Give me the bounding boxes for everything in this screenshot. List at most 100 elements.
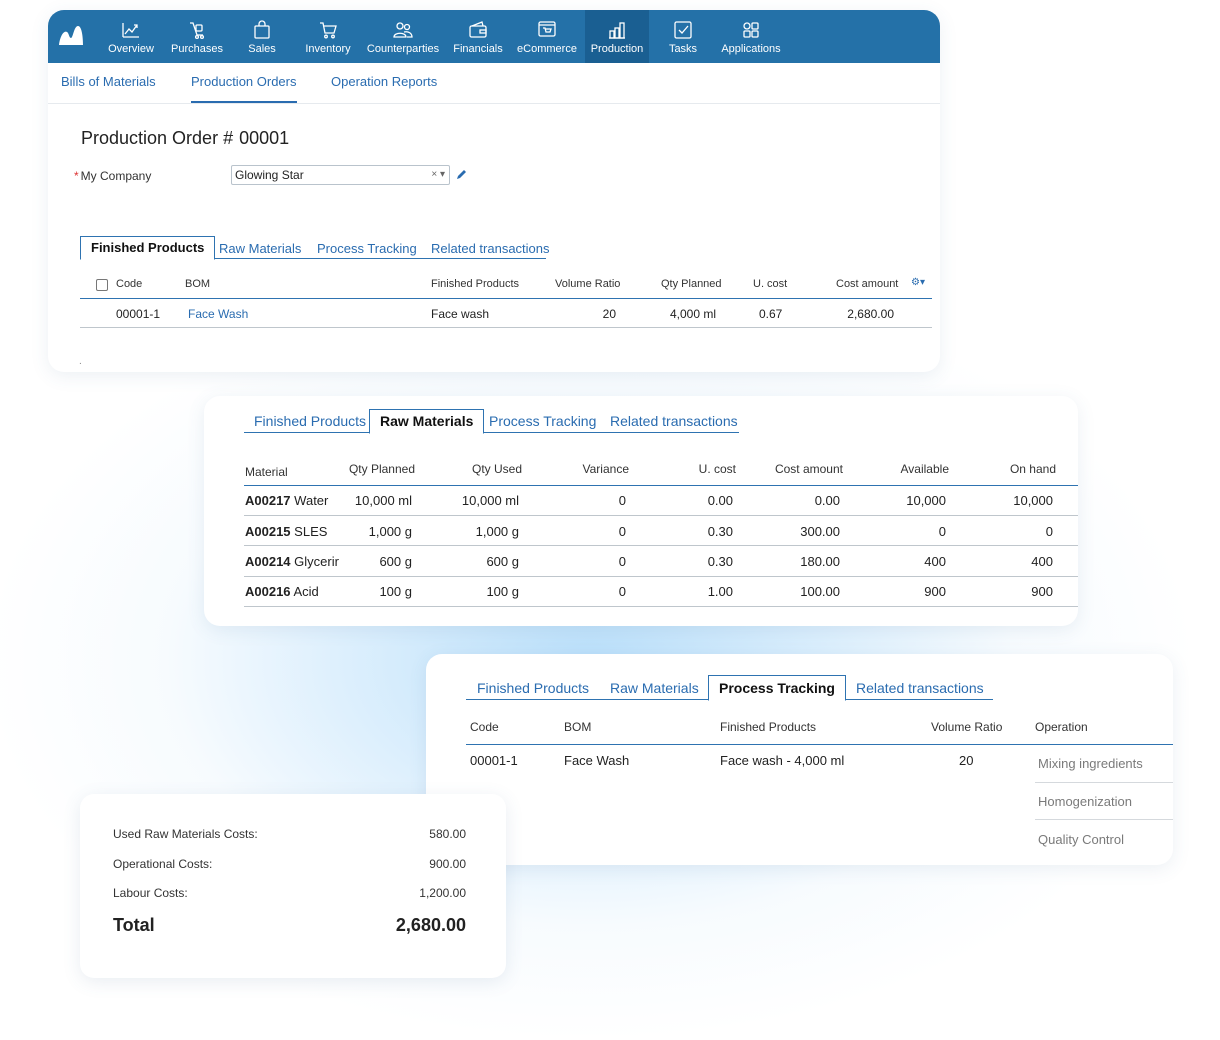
cell-used: 10,000 ml — [461, 493, 519, 508]
nav-overview[interactable]: Overview — [106, 10, 156, 63]
cost-summary-card: Used Raw Materials Costs: 580.00 Operati… — [80, 794, 506, 978]
subtab-production-orders[interactable]: Production Orders — [191, 63, 297, 103]
col-u-cost: U. cost — [698, 462, 736, 476]
cell-material: A00215 SLES — [245, 524, 327, 539]
column-settings-icon[interactable]: ⚙▾ — [911, 277, 925, 288]
people-icon — [393, 22, 413, 38]
subtab-bills-of-materials[interactable]: Bills of Materials — [61, 63, 156, 101]
col-code: Code — [470, 720, 499, 734]
cell-variance: 0 — [618, 524, 626, 539]
company-label: * My Company — [74, 169, 151, 183]
cell-amount: 0.00 — [814, 493, 840, 508]
process-tracking-card: Finished Products Raw Materials Process … — [426, 654, 1173, 865]
cell-bom: Face Wash — [564, 753, 630, 768]
raw-materials-cost-label: Used Raw Materials Costs: — [113, 827, 258, 841]
footer-mark: . — [79, 356, 82, 367]
select-clear-dropdown[interactable]: × ▾ — [431, 166, 445, 184]
cell-ratio: 20 — [602, 307, 616, 321]
nav-counterparties[interactable]: Counterparties — [366, 10, 440, 63]
checkbox-icon — [674, 21, 692, 39]
wallet-icon — [469, 21, 487, 38]
tab-finished-products[interactable]: Finished Products — [80, 236, 216, 260]
tab-related-transactions[interactable]: Related transactions — [610, 413, 738, 429]
company-value: Glowing Star — [235, 168, 304, 182]
edit-pencil-icon[interactable] — [456, 168, 468, 180]
cell-product: Face wash - 4,000 ml — [720, 753, 845, 768]
cell-bom-link[interactable]: Face Wash — [188, 307, 248, 321]
tab-raw-materials[interactable]: Raw Materials — [369, 409, 485, 434]
nav-tasks[interactable]: Tasks — [662, 10, 704, 63]
labour-cost-label: Labour Costs: — [113, 886, 188, 900]
raw-materials-card: Finished Products Raw Materials Process … — [204, 396, 1078, 626]
cell-material: A00217 Water — [245, 493, 328, 508]
material-name: SLES — [294, 524, 328, 539]
nav-production[interactable]: Production — [585, 10, 649, 63]
tab-finished-products[interactable]: Finished Products — [477, 680, 589, 696]
tab-related-transactions[interactable]: Related transactions — [431, 241, 550, 256]
cell-variance: 0 — [618, 554, 626, 569]
col-qty-planned: Qty Planned — [348, 462, 415, 476]
tab-finished-products[interactable]: Finished Products — [254, 413, 366, 429]
cell-on-hand: 400 — [1031, 554, 1053, 569]
tab-raw-materials[interactable]: Raw Materials — [219, 241, 301, 256]
operation-item[interactable]: Quality Control — [1038, 832, 1124, 847]
material-code: A00214 — [245, 554, 291, 569]
total-label: Total — [113, 915, 155, 935]
col-u-cost: U. cost — [753, 278, 788, 290]
header-divider — [244, 485, 1078, 486]
factory-icon — [609, 22, 625, 39]
apps-grid-icon — [743, 22, 759, 38]
cell-used: 1,000 g — [475, 524, 519, 539]
material-code: A00215 — [245, 524, 291, 539]
header-divider — [466, 744, 1173, 745]
nav-financials[interactable]: Financials — [452, 10, 504, 63]
col-bom: BOM — [564, 720, 592, 734]
chart-line-icon — [122, 23, 139, 38]
nav-sales[interactable]: Sales — [240, 10, 284, 63]
nav-label: Inventory — [305, 43, 351, 55]
operation-divider — [1035, 782, 1173, 783]
material-code: A00217 — [245, 493, 291, 508]
material-name: Water — [294, 493, 329, 508]
cell-amount: 100.00 — [800, 584, 840, 599]
select-all-checkbox[interactable] — [96, 279, 108, 291]
nav-inventory[interactable]: Inventory — [302, 10, 354, 63]
row-divider — [80, 327, 932, 328]
subtab-operation-reports[interactable]: Operation Reports — [331, 63, 437, 101]
col-volume-ratio: Volume Ratio — [931, 720, 1003, 734]
tab-related-transactions[interactable]: Related transactions — [856, 680, 984, 696]
nav-purchases[interactable]: Purchases — [168, 10, 226, 63]
nav-applications[interactable]: Applications — [720, 10, 782, 63]
col-volume-ratio: Volume Ratio — [555, 278, 621, 290]
shopping-bag-icon — [254, 20, 270, 39]
top-navigation: Overview Purchases Sales Inventory Count… — [48, 10, 940, 63]
cell-on-hand: 0 — [1045, 524, 1053, 539]
tab-process-tracking[interactable]: Process Tracking — [489, 413, 596, 429]
cell-code: 00001-1 — [116, 307, 161, 321]
cell-material: A00216 Acid — [245, 584, 319, 599]
production-order-card: Overview Purchases Sales Inventory Count… — [48, 10, 940, 372]
cell-used: 600 g — [486, 554, 519, 569]
material-name: Acid — [293, 584, 319, 599]
company-select[interactable]: Glowing Star × ▾ — [231, 165, 450, 185]
operation-item[interactable]: Homogenization — [1038, 794, 1132, 809]
cell-available: 10,000 — [906, 493, 946, 508]
cell-ratio: 20 — [959, 753, 974, 768]
tab-raw-materials[interactable]: Raw Materials — [610, 680, 699, 696]
cell-planned: 100 g — [379, 584, 412, 599]
operational-cost-label: Operational Costs: — [113, 857, 213, 871]
cell-variance: 0 — [618, 493, 626, 508]
col-on-hand: On hand — [1009, 462, 1056, 476]
tab-process-tracking[interactable]: Process Tracking — [708, 675, 846, 701]
cell-product: Face wash — [431, 307, 490, 321]
title-text: Production Order # — [81, 128, 234, 148]
cell-ucost: 0.00 — [707, 493, 733, 508]
nav-label: Applications — [721, 43, 781, 55]
nav-label: eCommerce — [517, 43, 577, 55]
operation-item[interactable]: Mixing ingredients — [1038, 756, 1143, 771]
cell-material: A00214 Glycerir — [245, 554, 339, 569]
nav-label: Production — [590, 43, 644, 55]
app-logo-icon[interactable] — [58, 24, 84, 46]
nav-ecommerce[interactable]: eCommerce — [516, 10, 578, 63]
tab-process-tracking[interactable]: Process Tracking — [317, 241, 417, 256]
